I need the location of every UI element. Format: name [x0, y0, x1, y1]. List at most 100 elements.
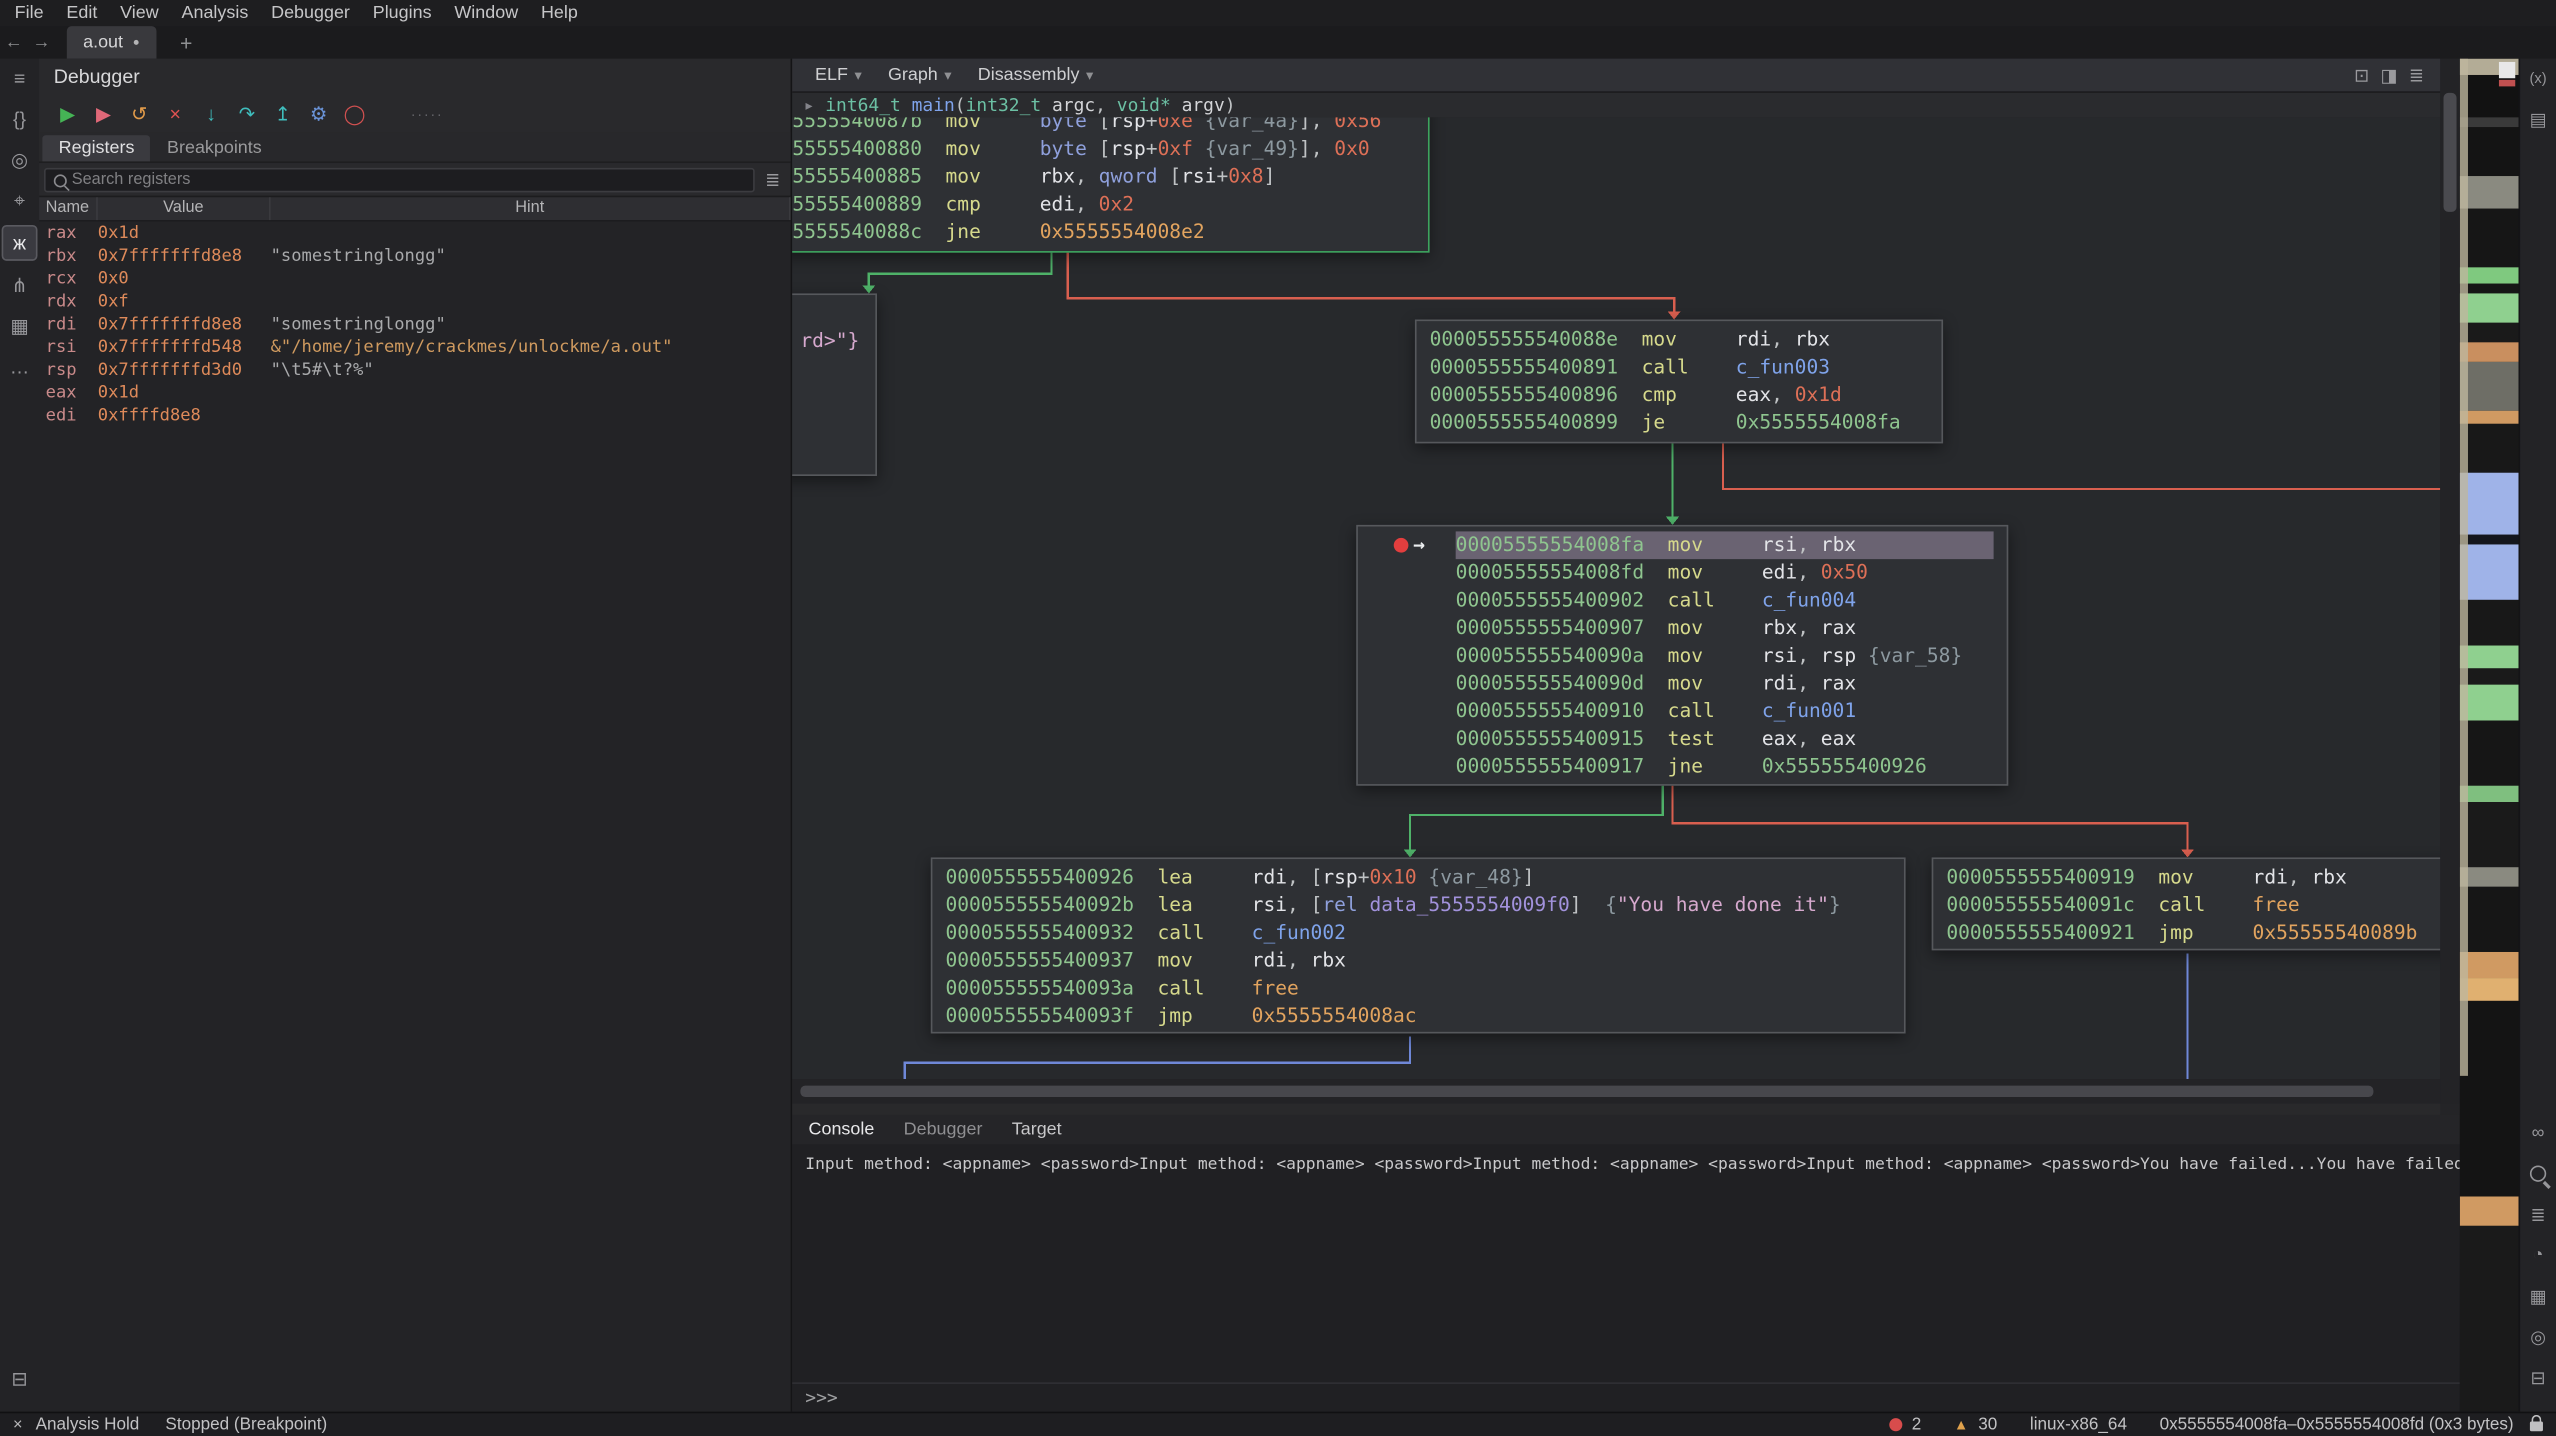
disasm-line[interactable]: 000055555540087b mov byte [rsp+0xe {var_…	[792, 117, 1428, 135]
kill-button[interactable]: ×	[160, 101, 191, 127]
vscrollbar-thumb[interactable]	[2444, 93, 2457, 212]
disasm-line[interactable]: 0000555555400910 call c_fun001	[1358, 698, 2007, 726]
menu-item-plugins[interactable]: Plugins	[361, 0, 443, 26]
tab-debugger[interactable]: Debugger	[904, 1120, 983, 1140]
disasm-line[interactable]: 0000555555400921 jmp 0x55555540089b	[1933, 919, 2440, 947]
find-icon[interactable]	[2522, 1157, 2555, 1190]
tags-panel-icon[interactable]: ◎	[2522, 1320, 2555, 1353]
split-view-icon[interactable]: ◨	[2381, 64, 2398, 85]
nav-back-button[interactable]: ←	[0, 33, 28, 53]
step-return-button[interactable]: ↥	[267, 101, 298, 127]
register-row[interactable]: rdx0xf	[39, 290, 790, 313]
disasm-line[interactable]: 0000555555400917 jne 0x555555400926	[1358, 753, 2007, 781]
disasm-line[interactable]: 0000555555400885 mov rbx, qword [rsi+0x8…	[792, 163, 1428, 191]
history-icon[interactable]: ◔	[2522, 1239, 2555, 1272]
warning-count[interactable]: 30	[1978, 1415, 1997, 1435]
stack-icon[interactable]: ▤	[2522, 103, 2555, 136]
column-value[interactable]: Value	[98, 197, 271, 220]
mini-graph-icon[interactable]: ⌖	[3, 184, 36, 217]
console-input[interactable]	[838, 1384, 2460, 1412]
memory-icon[interactable]: ▦	[2522, 1280, 2555, 1313]
disasm-line[interactable]: 00005555554008fd mov edi, 0x50	[1358, 559, 2007, 587]
register-row[interactable]: rdi0x7fffffffd8e8"somestringlongg"	[39, 313, 790, 336]
memory-map-icon[interactable]: ▦	[3, 310, 36, 343]
register-row[interactable]: rsi0x7fffffffd548&"/home/jeremy/crackmes…	[39, 336, 790, 359]
register-row[interactable]: rcx0x0	[39, 267, 790, 290]
step-into-button[interactable]: ↓	[196, 101, 227, 127]
disasm-line[interactable]: 000055555540093a call free	[932, 975, 1904, 1003]
tab-console[interactable]: Console	[809, 1120, 875, 1140]
graph-canvas[interactable]: 000055555540087b mov byte [rsp+0xe {var_…	[792, 117, 2440, 1079]
breakpoint-icon[interactable]	[1394, 538, 1409, 553]
format-dropdown[interactable]: ELF ▾	[802, 65, 875, 85]
pause-button[interactable]: ◯	[339, 101, 370, 127]
disasm-line[interactable]: 0000555555400896 cmp eax, 0x1d	[1417, 381, 1942, 409]
disasm-line[interactable]: 000055555540088c jne 0x5555554008e2	[792, 218, 1428, 246]
panel-menu-icon[interactable]: ≡	[3, 62, 36, 95]
disasm-line[interactable]: 0000555555400926 lea rdi, [rsp+0x10 {var…	[932, 864, 1904, 892]
menu-item-help[interactable]: Help	[530, 0, 590, 26]
view-menu-icon[interactable]: ≣	[2409, 64, 2424, 85]
register-row[interactable]: rbx0x7fffffffd8e8"somestringlongg"	[39, 245, 790, 268]
column-hint[interactable]: Hint	[271, 197, 791, 220]
disasm-line[interactable]: 000055555540092b lea rsi, [rel data_5555…	[932, 892, 1904, 920]
menu-item-window[interactable]: Window	[443, 0, 530, 26]
warning-count-icon[interactable]: ▲	[1954, 1417, 1969, 1433]
variables-icon[interactable]: (x)	[2522, 62, 2555, 95]
console-splitter[interactable]	[792, 1104, 2440, 1115]
register-row[interactable]: eax0x1d	[39, 381, 790, 404]
basic-block[interactable]: 0000555555400926 lea rdi, [rsp+0x10 {var…	[931, 857, 1906, 1033]
disasm-line[interactable]: 0000555555400907 mov rbx, rax	[1358, 615, 2007, 643]
il-dropdown[interactable]: Disassembly ▾	[965, 65, 1107, 85]
search-input[interactable]: Search registers	[44, 168, 755, 192]
log-icon[interactable]: ≣	[2522, 1198, 2555, 1231]
disasm-line[interactable]: 0000555555400932 call c_fun002	[932, 919, 1904, 947]
register-row[interactable]: rsp0x7fffffffd3d0"\t5#\t?%"	[39, 359, 790, 382]
disasm-line[interactable]	[792, 438, 875, 466]
console-panel-icon[interactable]: ⊟	[3, 1363, 36, 1396]
disasm-line[interactable]: 0000555555400899 je 0x5555554008fa	[1417, 409, 1942, 437]
disasm-line[interactable]	[792, 383, 875, 411]
register-options-icon[interactable]: ≣	[761, 170, 784, 191]
function-signature[interactable]: ▸ int64_t main(int32_t argc, void* argv)	[792, 93, 2440, 117]
disasm-line[interactable]: 0000555555400889 cmp edi, 0x2	[792, 191, 1428, 219]
basic-block[interactable]: rd>"}	[792, 293, 877, 476]
settings-button[interactable]: ⚙	[303, 101, 334, 127]
basic-block[interactable]: →00005555554008fa mov rsi, rbx0000555555…	[1356, 525, 2008, 786]
document-tab[interactable]: a.out ●	[67, 26, 156, 59]
debugger-icon[interactable]: ж	[2, 225, 38, 261]
new-tab-button[interactable]: +	[172, 30, 200, 54]
hscrollbar-thumb[interactable]	[800, 1086, 2373, 1097]
disasm-line[interactable]	[792, 411, 875, 439]
error-count-icon[interactable]	[1889, 1418, 1902, 1431]
continue-button[interactable]: ▶	[52, 101, 83, 127]
basic-block[interactable]: 000055555540088e mov rdi, rbx 00005555554…	[1415, 319, 1943, 443]
menu-item-debugger[interactable]: Debugger	[260, 0, 362, 26]
strings-icon[interactable]: ∞	[2522, 1117, 2555, 1150]
view-dropdown[interactable]: Graph ▾	[875, 65, 965, 85]
disasm-line[interactable]: 0000555555400937 mov rdi, rbx	[932, 947, 1904, 975]
menu-item-view[interactable]: View	[109, 0, 170, 26]
register-row[interactable]: rax0x1d	[39, 222, 790, 245]
disasm-line[interactable]: 000055555540090d mov rdi, rax	[1358, 670, 2007, 698]
disasm-line[interactable]: 0000555555400902 call c_fun004	[1358, 587, 2007, 615]
disasm-line[interactable]: 0000555555400880 mov byte [rsp+0xf {var_…	[792, 135, 1428, 163]
types-icon[interactable]: ⋔	[3, 269, 36, 302]
disasm-line[interactable]: 000055555540088e mov rdi, rbx	[1417, 326, 1942, 354]
tab-breakpoints[interactable]: Breakpoints	[151, 135, 278, 161]
disasm-line[interactable]: 000055555540091c call free	[1933, 892, 2440, 920]
menu-item-edit[interactable]: Edit	[55, 0, 109, 26]
basic-block[interactable]: 000055555540087b mov byte [rsp+0xe {var_…	[792, 117, 1429, 252]
tab-registers[interactable]: Registers	[42, 135, 150, 161]
basic-block[interactable]: 0000555555400919 mov rdi, rbx00005555554…	[1932, 857, 2441, 950]
disasm-line[interactable]: 0000555555400919 mov rdi, rbx	[1933, 864, 2440, 892]
scripting-console-icon[interactable]: ⊟	[2522, 1361, 2555, 1394]
disasm-line[interactable]: 0000555555400915 test eax, eax	[1358, 725, 2007, 753]
menu-item-file[interactable]: File	[3, 0, 55, 26]
feature-map[interactable]	[2460, 59, 2519, 1412]
step-over-button[interactable]: ↷	[231, 101, 262, 127]
menu-item-analysis[interactable]: Analysis	[170, 0, 260, 26]
disasm-line[interactable]: rd>"}	[792, 328, 875, 356]
disasm-line[interactable]: 000055555540090a mov rsi, rsp {var_58}	[1358, 642, 2007, 670]
register-row[interactable]: edi0xffffd8e8	[39, 404, 790, 427]
